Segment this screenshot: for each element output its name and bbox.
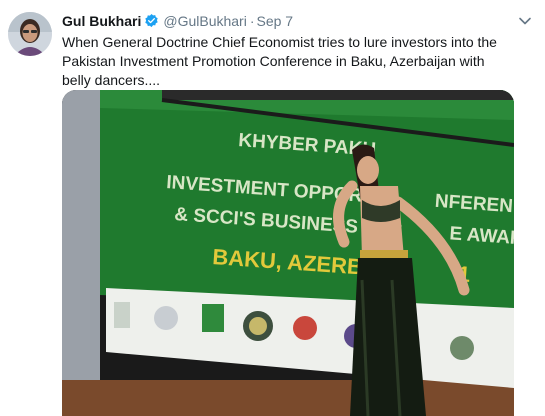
tweet-card[interactable]: Gul Bukhari @GulBukhari · Sep 7 When Genera… <box>0 0 545 416</box>
author-name[interactable]: Gul Bukhari <box>62 13 141 29</box>
video-still: KHYBER PAKH INVESTMENT OPPORTU NFEREN & … <box>62 90 514 416</box>
verified-check-icon <box>144 13 159 28</box>
tweet-media-image[interactable]: KHYBER PAKH INVESTMENT OPPORTU NFEREN & … <box>62 90 514 416</box>
tweet-date[interactable]: Sep 7 <box>257 13 294 29</box>
author-handle[interactable]: @GulBukhari <box>163 13 246 29</box>
separator-dot: · <box>249 13 255 29</box>
tweet-text: When General Doctrine Chief Economist tr… <box>62 34 497 88</box>
chevron-down-icon[interactable] <box>515 11 535 31</box>
avatar-image <box>8 12 52 56</box>
tweet-header: Gul Bukhari @GulBukhari · Sep 7 <box>62 11 535 31</box>
avatar[interactable] <box>8 12 52 56</box>
